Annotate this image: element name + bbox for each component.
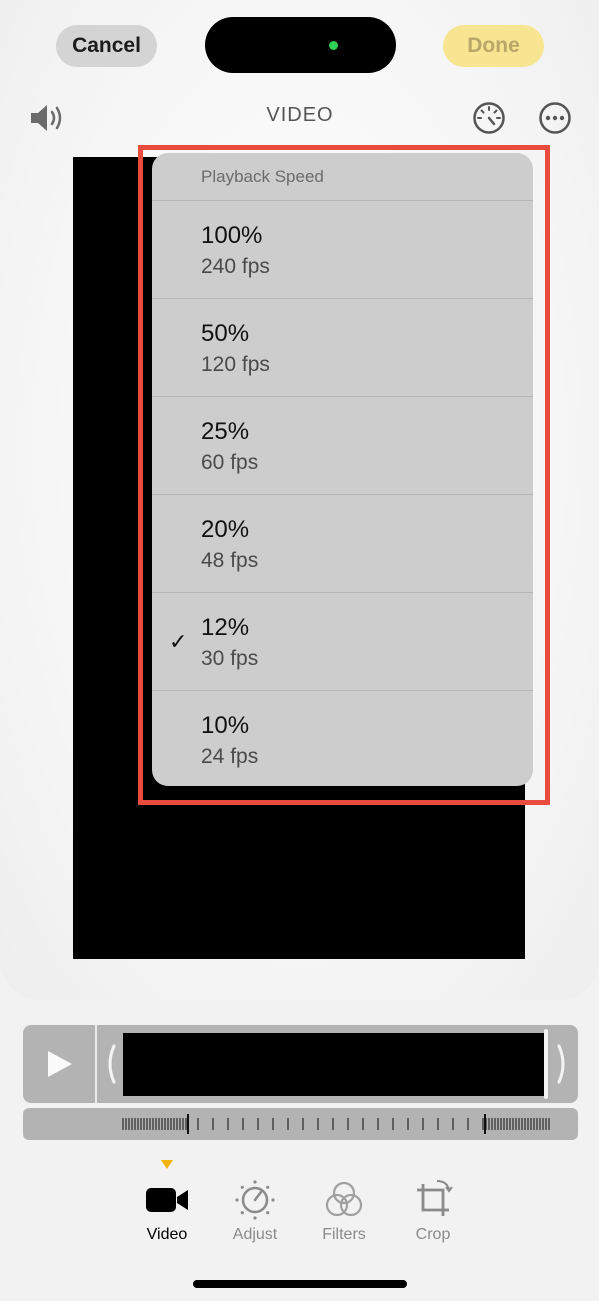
speed-option-50[interactable]: 50% 120 fps: [152, 299, 533, 397]
speed-percent: 100%: [201, 222, 263, 249]
done-button[interactable]: Done: [443, 25, 544, 67]
tab-video[interactable]: Video: [127, 1178, 207, 1244]
tab-adjust[interactable]: Adjust: [215, 1178, 295, 1244]
speed-percent: 50%: [201, 320, 250, 347]
playhead[interactable]: [544, 1029, 548, 1099]
play-button[interactable]: [23, 1025, 95, 1103]
play-icon: [48, 1051, 72, 1077]
speed-option-10[interactable]: 10% 24 fps: [152, 691, 533, 786]
speed-option-12[interactable]: ✓ 12% 30 fps: [152, 593, 533, 691]
speed-fps: 120 fps: [201, 353, 270, 376]
playback-speed-icon[interactable]: [471, 100, 507, 136]
menu-header: Playback Speed: [152, 153, 533, 201]
speed-option-25[interactable]: 25% 60 fps: [152, 397, 533, 495]
selected-tab-indicator: [161, 1160, 173, 1169]
video-camera-icon: [127, 1178, 207, 1222]
speaker-icon[interactable]: [28, 101, 68, 135]
cancel-button[interactable]: Cancel: [56, 25, 157, 67]
more-icon[interactable]: [537, 100, 573, 136]
speed-fps: 240 fps: [201, 255, 270, 278]
page-title: VIDEO: [266, 104, 334, 126]
crop-rotate-icon: [393, 1178, 473, 1222]
video-filmstrip[interactable]: [123, 1033, 548, 1096]
speed-percent: 10%: [201, 712, 250, 739]
dynamic-island: [205, 17, 396, 73]
speed-percent: 12%: [201, 614, 250, 641]
home-indicator: [193, 1280, 407, 1288]
speed-percent: 25%: [201, 418, 250, 445]
trim-handle-left[interactable]: [103, 1042, 117, 1096]
speed-fps: 48 fps: [201, 549, 259, 572]
speed-percent: 20%: [201, 516, 250, 543]
filters-icon: [304, 1178, 384, 1222]
speed-fps: 60 fps: [201, 451, 259, 474]
trim-handle-right[interactable]: [556, 1042, 570, 1096]
trim-timeline: [23, 1025, 578, 1103]
speed-option-100[interactable]: 100% 240 fps: [152, 201, 533, 299]
scrubber-ticks: [122, 1114, 550, 1134]
checkmark-icon: ✓: [169, 629, 188, 654]
speed-option-20[interactable]: 20% 48 fps: [152, 495, 533, 593]
tab-label: Adjust: [232, 1226, 278, 1243]
tab-label: Filters: [322, 1226, 366, 1243]
tab-label: Video: [146, 1226, 188, 1243]
adjust-dial-icon: [215, 1178, 295, 1222]
slow-motion-range-scrubber[interactable]: [23, 1108, 578, 1140]
tab-crop[interactable]: Crop: [393, 1178, 473, 1244]
speed-fps: 24 fps: [201, 745, 259, 768]
divider: [95, 1025, 97, 1103]
tab-label: Crop: [415, 1226, 451, 1243]
tab-filters[interactable]: Filters: [304, 1178, 384, 1244]
playback-speed-menu: Playback Speed 100% 240 fps 50% 120 fps …: [152, 153, 533, 786]
camera-in-use-dot: [329, 41, 338, 50]
speed-fps: 30 fps: [201, 647, 259, 670]
